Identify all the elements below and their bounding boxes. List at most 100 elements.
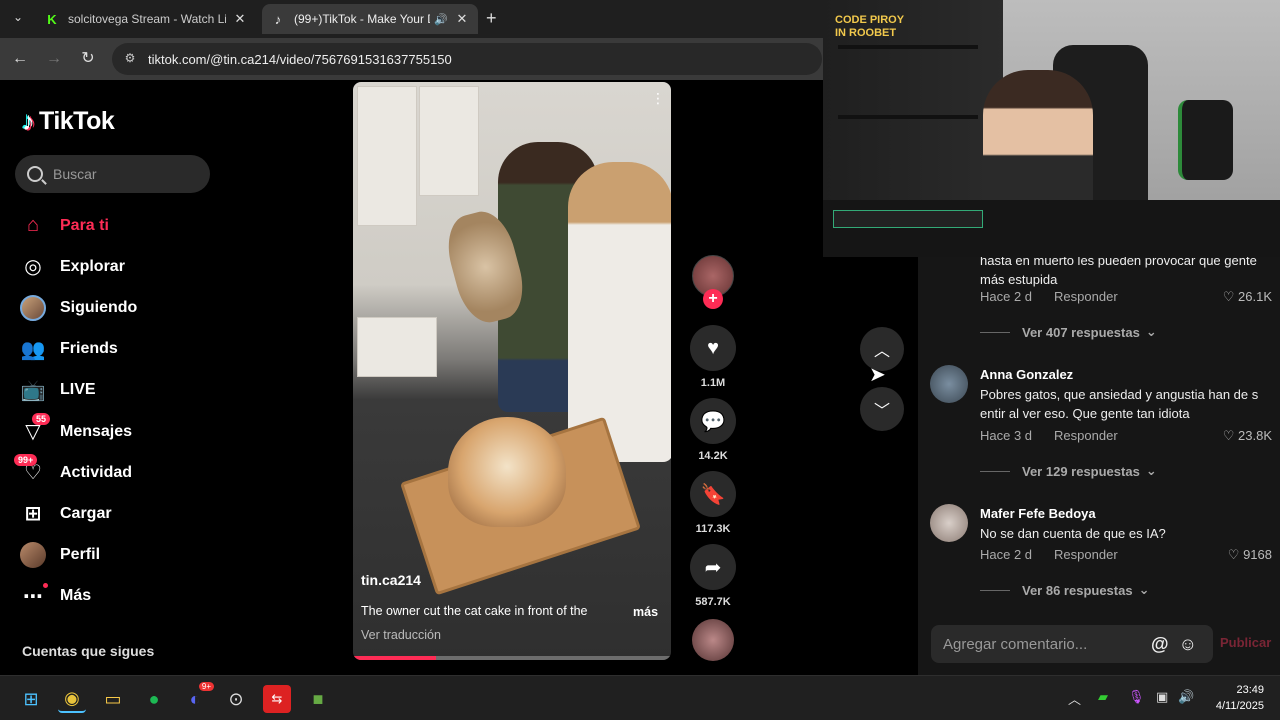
tray-nvidia-icon[interactable]: ▰	[1098, 689, 1108, 705]
next-video-button[interactable]: ﹀	[860, 387, 904, 431]
comment-like-button[interactable]: ♡ 23.8K	[1223, 428, 1272, 444]
webcam-keyboard	[833, 210, 983, 228]
comment-button[interactable]: 💬	[690, 398, 736, 444]
like-button[interactable]: ♥	[690, 325, 736, 371]
commenter-avatar[interactable]	[930, 365, 968, 403]
post-comment-button[interactable]: Publicar	[1220, 635, 1271, 650]
sidebar-item-explorar[interactable]: ◎ Explorar	[18, 246, 218, 287]
forward-arrow-icon[interactable]: →	[44, 49, 64, 69]
taskbar-clock[interactable]: 23:49 4/11/2025	[1216, 682, 1264, 714]
follow-plus-icon[interactable]: +	[703, 289, 723, 309]
reply-button[interactable]: Responder	[1054, 289, 1118, 304]
reply-button[interactable]: Responder	[1054, 428, 1118, 443]
translate-link[interactable]: Ver traducción	[361, 628, 441, 642]
messages-badge: 55	[32, 412, 51, 425]
video-author[interactable]: tin.ca214	[361, 572, 421, 588]
tray-network-icon[interactable]: ▣	[1156, 689, 1168, 705]
inbox-icon: ▽ 55	[18, 412, 51, 445]
tab-tiktok[interactable]: ♪ (99+)TikTok - Make Your Day 🔊 ✕	[262, 4, 478, 34]
music-disc-avatar[interactable]	[692, 619, 734, 661]
streaming-app-icon[interactable]: ⇆	[263, 685, 291, 713]
cat-cake	[448, 417, 566, 527]
commenter-name[interactable]: Anna Gonzalez	[980, 367, 1073, 382]
sidebar-menu: ⌂ Para ti ◎ Explorar Siguiendo 👥 Friends…	[14, 205, 218, 617]
upload-icon: ⊞	[24, 503, 42, 526]
comment-like-button[interactable]: ♡ 26.1K	[1223, 289, 1272, 305]
chevron-up-icon: ︿	[873, 343, 890, 360]
tray-volume-icon[interactable]: 🔊	[1178, 689, 1194, 705]
tray-microphone-icon[interactable]: 🎙	[1128, 689, 1145, 705]
mouse-cursor-icon: ➤	[869, 364, 886, 386]
webcam-shelf	[838, 115, 978, 119]
url-bar[interactable]: ⚙ tiktok.com/@tin.ca214/video/7567691531…	[112, 43, 822, 75]
comment-time: Hace 2 d	[980, 547, 1033, 562]
comment-like-button[interactable]: ♡ 9168	[1228, 547, 1272, 563]
sidebar-item-cargar[interactable]: ⊞ Cargar	[18, 493, 218, 534]
site-info-icon[interactable]: ⚙	[122, 51, 138, 67]
sidebar-item-perfil[interactable]: Perfil	[18, 535, 218, 576]
sidebar-item-para-ti[interactable]: ⌂ Para ti	[18, 205, 218, 246]
video-progress-bar[interactable]	[353, 656, 671, 660]
tiktok-logo[interactable]: ♪ TikTok	[22, 106, 115, 137]
kitchen-cabinet	[419, 86, 479, 196]
sidebar-item-mas[interactable]: ⋯ Más	[18, 576, 218, 617]
chrome-icon[interactable]: ◉	[58, 685, 86, 713]
comment-meta: Hace 2 d Responder	[980, 547, 1118, 562]
search-input[interactable]	[53, 166, 193, 182]
address-toolbar: ← → ↻ ⚙ tiktok.com/@tin.ca214/video/7567…	[0, 38, 830, 80]
windows-start-icon[interactable]: ⊞	[17, 685, 45, 713]
sidebar-item-label: Friends	[60, 340, 118, 358]
sidebar-item-siguiendo[interactable]: Siguiendo	[18, 287, 218, 328]
close-tab-icon[interactable]: ✕	[454, 11, 470, 27]
sidebar-item-actividad[interactable]: ♡ 99+ Actividad	[14, 452, 218, 493]
description-more-link[interactable]: más	[633, 605, 658, 619]
video-player[interactable]: ⋮ tin.ca214 The owner cut the cat cake i…	[353, 82, 671, 660]
emoji-icon[interactable]: ☺	[1179, 634, 1197, 655]
reply-button[interactable]: Responder	[1054, 547, 1118, 562]
video-more-icon[interactable]: ⋮	[651, 90, 665, 107]
commenter-avatar[interactable]	[930, 504, 968, 542]
kitchen-cabinet	[357, 86, 417, 226]
sidebar-item-mensajes[interactable]: ▽ 55 Mensajes	[18, 411, 218, 452]
new-tab-plus-icon[interactable]: +	[486, 8, 497, 29]
sidebar-item-live[interactable]: 📺 LIVE	[18, 370, 218, 411]
back-arrow-icon[interactable]: ←	[10, 49, 30, 69]
save-count: 117.3K	[695, 523, 731, 535]
url-text: tiktok.com/@tin.ca214/video/756769153163…	[148, 51, 452, 67]
commenter-name[interactable]: Mafer Fefe Bedoya	[980, 506, 1096, 521]
tab-kick-stream[interactable]: K solcitovega Stream - Watch Live ✕	[36, 4, 256, 34]
sidebar-item-label: LIVE	[60, 381, 96, 399]
sidebar-item-label: Perfil	[60, 546, 101, 564]
speaker-icon[interactable]: 🔊	[434, 13, 448, 26]
spotify-icon[interactable]: ●	[140, 685, 168, 713]
file-explorer-icon[interactable]: ▭	[99, 685, 127, 713]
following-avatar	[18, 294, 48, 321]
sidebar-item-label: Cargar	[60, 504, 112, 522]
reload-icon[interactable]: ↻	[78, 49, 98, 69]
comment-input-box[interactable]: @ ☺	[931, 625, 1213, 663]
home-icon: ⌂	[26, 214, 40, 237]
tray-chevron-up-icon[interactable]: ︿	[1068, 689, 1081, 708]
mention-at-icon[interactable]: @	[1151, 634, 1169, 655]
obs-icon[interactable]: ⊙	[222, 685, 250, 713]
discord-icon[interactable]: ◐ 9+	[181, 682, 214, 713]
search-box[interactable]	[15, 155, 210, 193]
sidebar-item-label: Siguiendo	[60, 298, 138, 316]
webcam-shelf	[838, 45, 978, 49]
sidebar-item-friends[interactable]: 👥 Friends	[18, 329, 218, 370]
friends-icon: 👥	[20, 338, 46, 361]
minecraft-icon[interactable]: ■	[304, 685, 332, 713]
webcam-desk	[823, 200, 1280, 257]
tab-search-chevron-icon[interactable]: ⌄	[8, 10, 28, 28]
view-replies-button[interactable]: Ver 407 respuestas ⌄	[980, 324, 1157, 340]
save-button[interactable]: 🔖	[690, 471, 736, 517]
view-replies-button[interactable]: Ver 129 respuestas ⌄	[980, 463, 1157, 479]
close-tab-icon[interactable]: ✕	[232, 11, 248, 27]
view-replies-button[interactable]: Ver 86 respuestas ⌄	[980, 582, 1149, 598]
profile-avatar	[18, 542, 48, 569]
view-replies-label: Ver 86 respuestas	[1022, 582, 1133, 598]
search-icon	[27, 166, 43, 182]
share-button[interactable]: ➦	[690, 544, 736, 590]
comment-input[interactable]	[943, 635, 1143, 653]
tiktok-favicon-icon: ♪	[274, 11, 282, 27]
